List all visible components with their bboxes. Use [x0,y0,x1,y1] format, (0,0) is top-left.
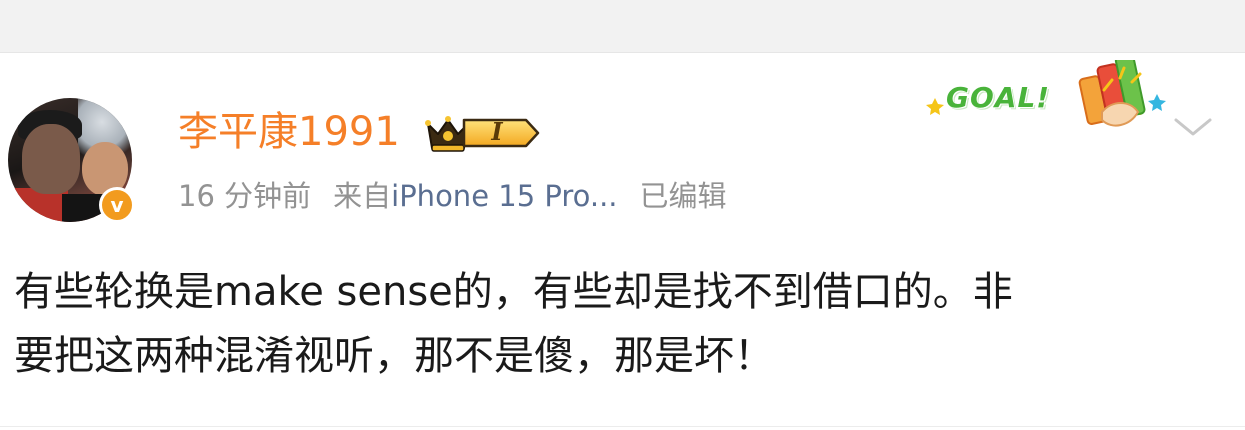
post-source-label: 来自 [333,179,392,213]
post-meta: 16 分钟前 来自iPhone 15 Pro... 已编辑 [178,175,727,217]
chevron-down-icon[interactable] [1172,112,1214,140]
post-device[interactable]: iPhone 15 Pro... [391,179,617,213]
vip-level-text: I [491,117,503,146]
post-time: 16 分钟前 [178,179,312,213]
post-content: 有些轮换是make sense的，有些却是找不到借口的。非 要把这两种混淆视听，… [14,260,1214,388]
edited-label[interactable]: 已编辑 [640,179,727,213]
verified-v-icon: v [99,187,135,223]
weibo-post-card: v 李平康1991 I 16 分钟前 来自iPhone 15 Pro... 已编辑 [0,0,1245,430]
username[interactable]: 李平康1991 [178,106,400,158]
post-content-line: 有些轮换是make sense的，有些却是找不到借口的。非 [14,269,1013,315]
post-content-line: 要把这两种混淆视听，那不是傻，那是坏！ [14,333,774,379]
top-separator-bar [0,0,1245,53]
avatar-face-left [22,124,80,194]
goal-text: GOAL! [946,81,1051,114]
bottom-divider [0,426,1245,427]
